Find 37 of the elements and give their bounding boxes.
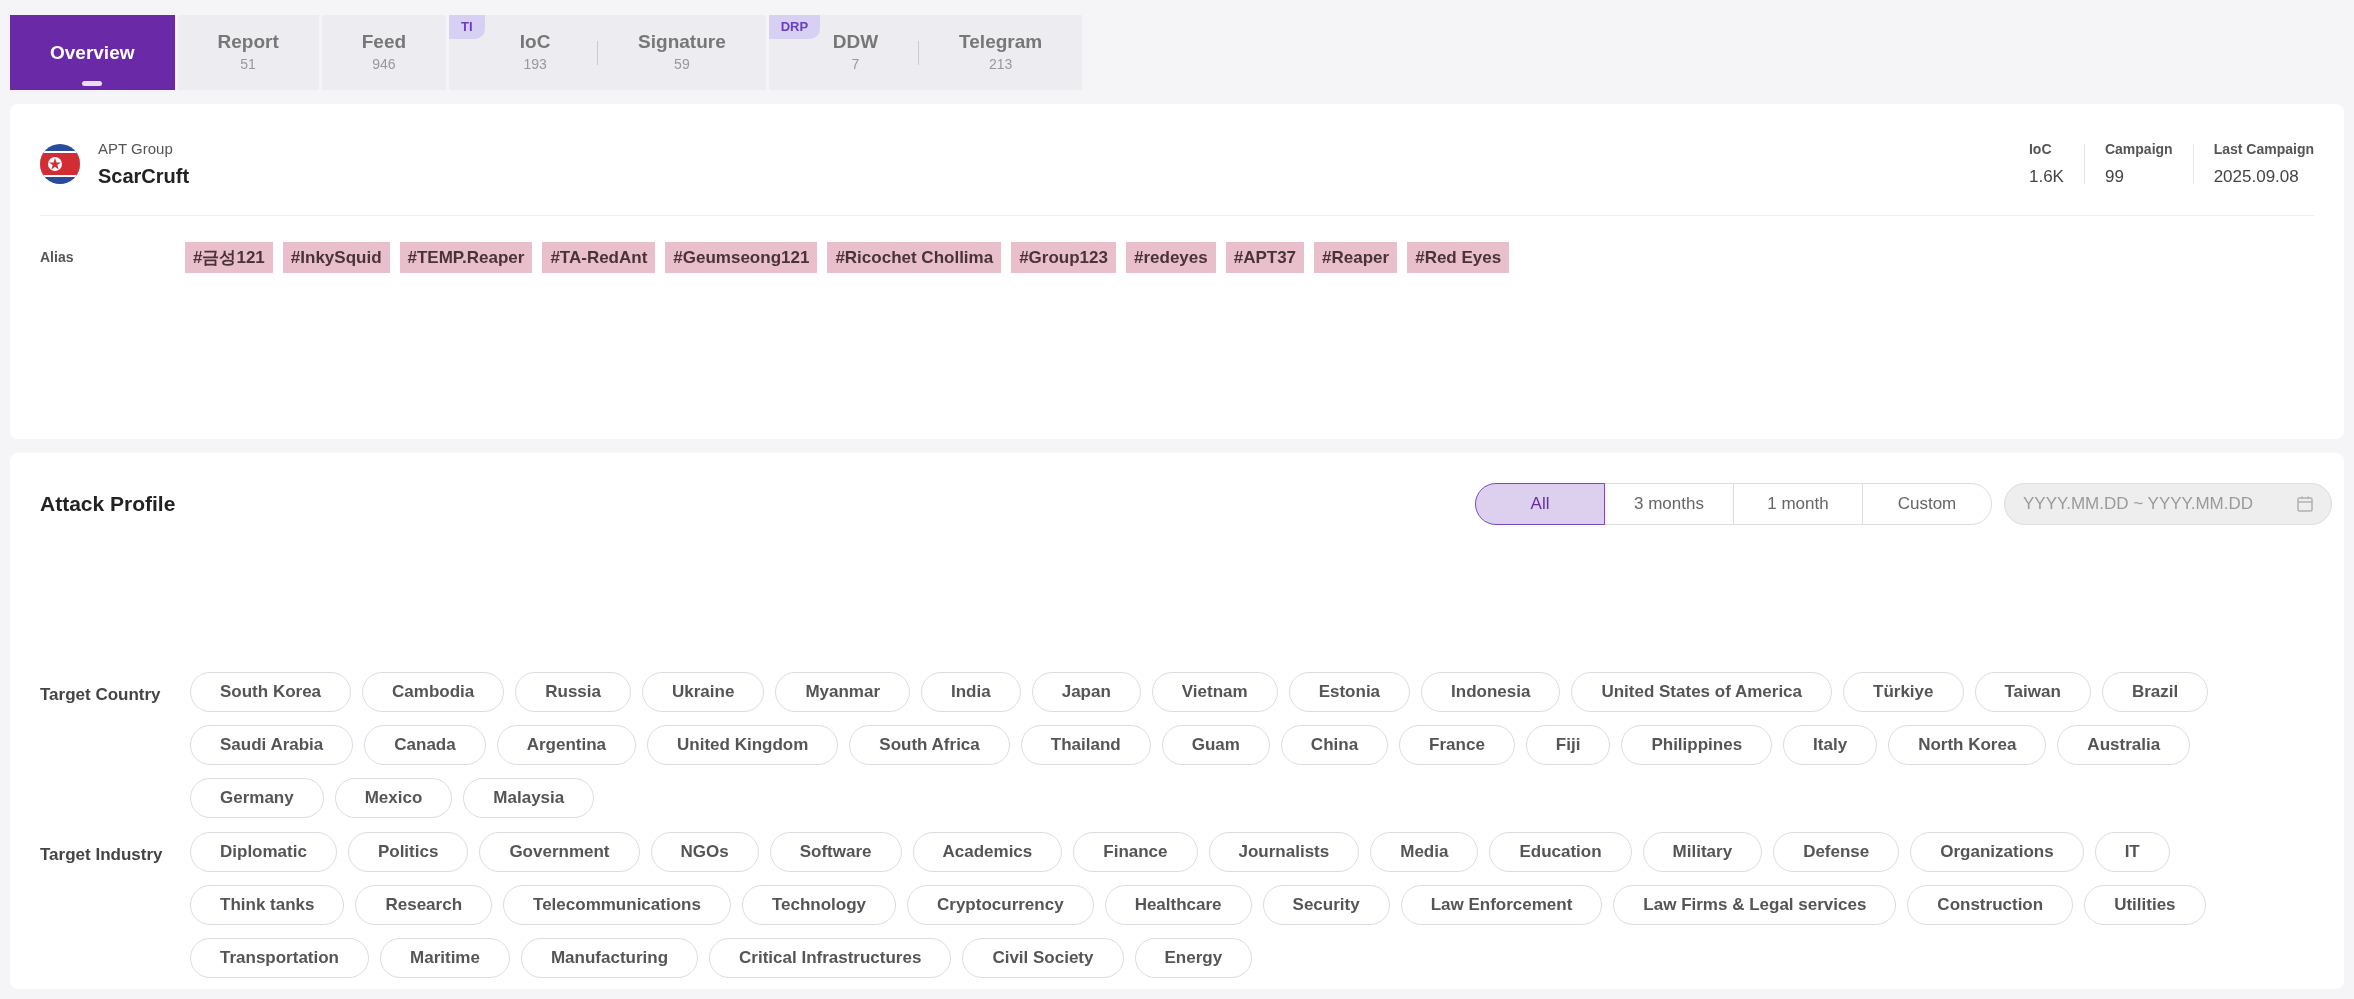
alias-tag: #TA-RedAnt xyxy=(542,241,656,273)
stat-value: 2025.09.08 xyxy=(2213,166,2300,188)
target-label: Target Industry xyxy=(40,844,164,866)
stat-label: Last Campaign xyxy=(2213,140,2314,159)
tab[interactable]: Feed 946 xyxy=(321,15,447,90)
stat-label: Campaign xyxy=(2104,140,2173,159)
stat-value: 99 xyxy=(2104,166,2125,188)
alias-tag: #APT37 xyxy=(1225,241,1305,273)
period-tab[interactable]: All xyxy=(1475,483,1605,525)
stat-label: IoC xyxy=(2028,140,2053,159)
group-badge: DRP xyxy=(768,15,821,39)
alias-tag: #Geumseong121 xyxy=(665,241,818,273)
stat-value: 1.6K xyxy=(2028,166,2064,188)
alias-tag: #TEMP.Reaper xyxy=(399,241,533,273)
tab[interactable]: Report 51 xyxy=(177,15,319,90)
alias-label: Alias xyxy=(40,247,75,267)
active-indicator-icon xyxy=(82,81,103,86)
tab[interactable]: Signature 59 xyxy=(598,15,766,90)
flag-icon xyxy=(40,144,80,185)
alias-tag: #Red Eyes xyxy=(1407,241,1510,273)
alias-tag: #금성121 xyxy=(185,241,273,273)
section-title: Attack Profile xyxy=(40,491,176,518)
alias-tag: #Ricochet Chollima xyxy=(827,241,1002,273)
tab[interactable]: Overview xyxy=(10,15,175,90)
alias-tag: #redeyes xyxy=(1125,241,1216,273)
target-label: Target Country xyxy=(40,684,162,706)
alias-tag: #Group123 xyxy=(1011,241,1116,273)
tab[interactable]: Telegram 213 xyxy=(919,15,1083,90)
period-tab[interactable]: 1 month xyxy=(1733,483,1863,525)
group-name: ScarCruft xyxy=(98,163,190,189)
group-badge: TI xyxy=(449,15,485,39)
calendar-icon xyxy=(2296,495,2314,513)
alias-tag: #InkySquid xyxy=(282,241,390,273)
period-tab[interactable]: 3 months xyxy=(1604,483,1734,525)
group-type: APT Group xyxy=(98,139,174,159)
alias-tag: #Reaper xyxy=(1314,241,1398,273)
target-chip: Think tanks xyxy=(190,885,345,925)
